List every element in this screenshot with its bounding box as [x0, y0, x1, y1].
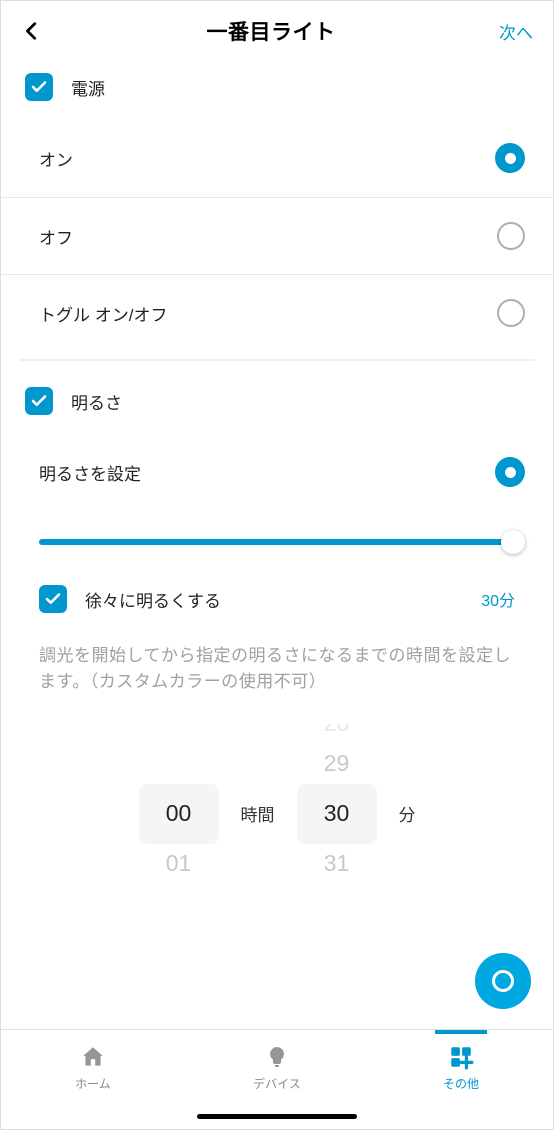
gradual-row[interactable]: 徐々に明るくする 30分: [39, 585, 515, 613]
hours-selected: 00: [139, 784, 219, 844]
power-label: 電源: [71, 75, 105, 100]
brightness-set-row[interactable]: 明るさを設定: [1, 433, 553, 511]
power-option-toggle[interactable]: トグル オン/オフ: [1, 275, 553, 351]
radio-selected-icon: [495, 143, 525, 173]
tab-home[interactable]: ホーム: [1, 1030, 185, 1129]
gradual-description: 調光を開始してから指定の明るさになるまでの時間を設定します。（カスタムカラーの使…: [39, 643, 515, 696]
more-icon: [448, 1044, 474, 1070]
brightness-slider[interactable]: [39, 539, 515, 545]
divider: [19, 359, 535, 361]
gradual-value: 30分: [481, 587, 515, 611]
option-label: 明るさを設定: [39, 460, 141, 485]
hours-unit: 時間: [241, 801, 275, 826]
option-label: オフ: [39, 224, 73, 249]
tab-label: デバイス: [253, 1075, 301, 1092]
gradual-checkbox[interactable]: [39, 585, 67, 613]
back-button[interactable]: [21, 20, 43, 42]
tab-label: ホーム: [75, 1075, 111, 1092]
page-title: 一番目ライト: [207, 16, 336, 46]
minutes-column[interactable]: 28 29 30 31: [297, 724, 377, 904]
power-section-header[interactable]: 電源: [1, 61, 553, 119]
tab-indicator: [435, 1030, 487, 1034]
tab-label: その他: [443, 1075, 479, 1092]
option-label: トグル オン/オフ: [39, 301, 167, 326]
power-option-off[interactable]: オフ: [1, 198, 553, 275]
home-indicator: [197, 1114, 357, 1119]
hours-column[interactable]: 00 01: [139, 724, 219, 904]
alexa-fab[interactable]: [475, 953, 531, 1009]
brightness-checkbox[interactable]: [25, 387, 53, 415]
brightness-section-header[interactable]: 明るさ: [1, 375, 553, 433]
minutes-selected: 30: [297, 784, 377, 844]
power-checkbox[interactable]: [25, 73, 53, 101]
tab-more[interactable]: その他: [369, 1030, 553, 1129]
brightness-label: 明るさ: [71, 389, 122, 414]
power-option-on[interactable]: オン: [1, 119, 553, 198]
slider-thumb[interactable]: [501, 530, 525, 554]
gradual-label: 徐々に明るくする: [85, 587, 221, 612]
option-label: オン: [39, 146, 73, 171]
next-button[interactable]: 次へ: [499, 19, 533, 44]
radio-unselected-icon: [497, 222, 525, 250]
minutes-unit: 分: [399, 801, 416, 826]
radio-selected-icon: [495, 457, 525, 487]
bulb-icon: [265, 1044, 289, 1070]
home-icon: [80, 1044, 106, 1070]
radio-unselected-icon: [497, 299, 525, 327]
time-picker[interactable]: 00 01 時間 28 29 30 31 分: [1, 724, 553, 904]
alexa-ring-icon: [492, 970, 514, 992]
